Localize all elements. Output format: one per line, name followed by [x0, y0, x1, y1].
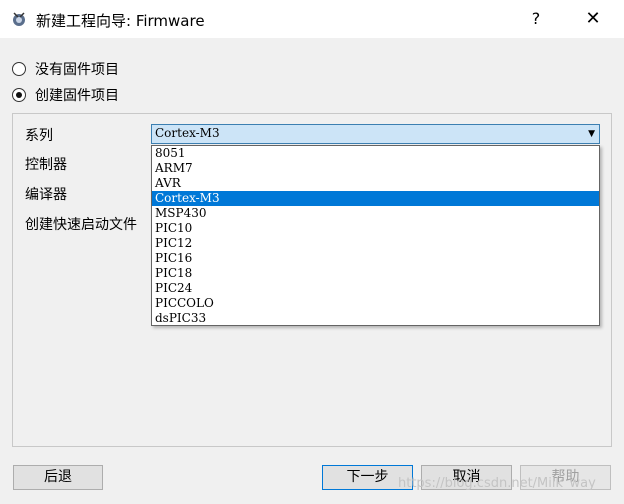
chevron-down-icon[interactable]: ▼ — [588, 125, 595, 143]
app-icon — [13, 12, 25, 26]
series-select-value: Cortex-M3 — [155, 126, 220, 140]
help-icon[interactable]: ? — [522, 7, 550, 31]
radio-button[interactable] — [12, 88, 26, 102]
startup-file-label: 创建快速启动文件 — [25, 217, 137, 233]
back-button[interactable]: 后退 — [13, 465, 103, 490]
title-bar: 新建工程向导: Firmware ? ✕ — [0, 0, 624, 38]
compiler-label: 编译器 — [25, 187, 67, 203]
dropdown-option[interactable]: PIC10 — [152, 221, 599, 236]
radio-selected-dot — [16, 92, 22, 98]
radio-no-firmware[interactable]: 没有固件项目 — [12, 59, 119, 79]
dropdown-option[interactable]: dsPIC33 — [152, 311, 599, 326]
dropdown-option-selected[interactable]: Cortex-M3 — [152, 191, 599, 206]
radio-label: 创建固件项目 — [35, 88, 119, 104]
series-select[interactable]: Cortex-M3 ▼ — [151, 124, 600, 144]
radio-create-firmware[interactable]: 创建固件项目 — [12, 85, 119, 105]
close-icon[interactable]: ✕ — [578, 7, 608, 31]
dropdown-option[interactable]: PIC24 — [152, 281, 599, 296]
controller-label: 控制器 — [25, 157, 67, 173]
dropdown-option[interactable]: PIC12 — [152, 236, 599, 251]
dropdown-option[interactable]: PIC18 — [152, 266, 599, 281]
radio-label: 没有固件项目 — [35, 62, 119, 78]
dropdown-option[interactable]: PICCOLO — [152, 296, 599, 311]
dropdown-option[interactable]: PIC16 — [152, 251, 599, 266]
dropdown-option[interactable]: AVR — [152, 176, 599, 191]
dropdown-option[interactable]: 8051 — [152, 146, 599, 161]
series-label: 系列 — [25, 128, 53, 144]
window-title: 新建工程向导: Firmware — [36, 12, 205, 30]
radio-button[interactable] — [12, 62, 26, 76]
next-button[interactable]: 下一步 — [322, 465, 413, 490]
dropdown-option[interactable]: ARM7 — [152, 161, 599, 176]
cancel-button[interactable]: 取消 — [421, 465, 512, 490]
help-button[interactable]: 帮助 — [520, 465, 611, 490]
series-dropdown-list[interactable]: 8051 ARM7 AVR Cortex-M3 MSP430 PIC10 PIC… — [151, 145, 600, 326]
dropdown-option[interactable]: MSP430 — [152, 206, 599, 221]
